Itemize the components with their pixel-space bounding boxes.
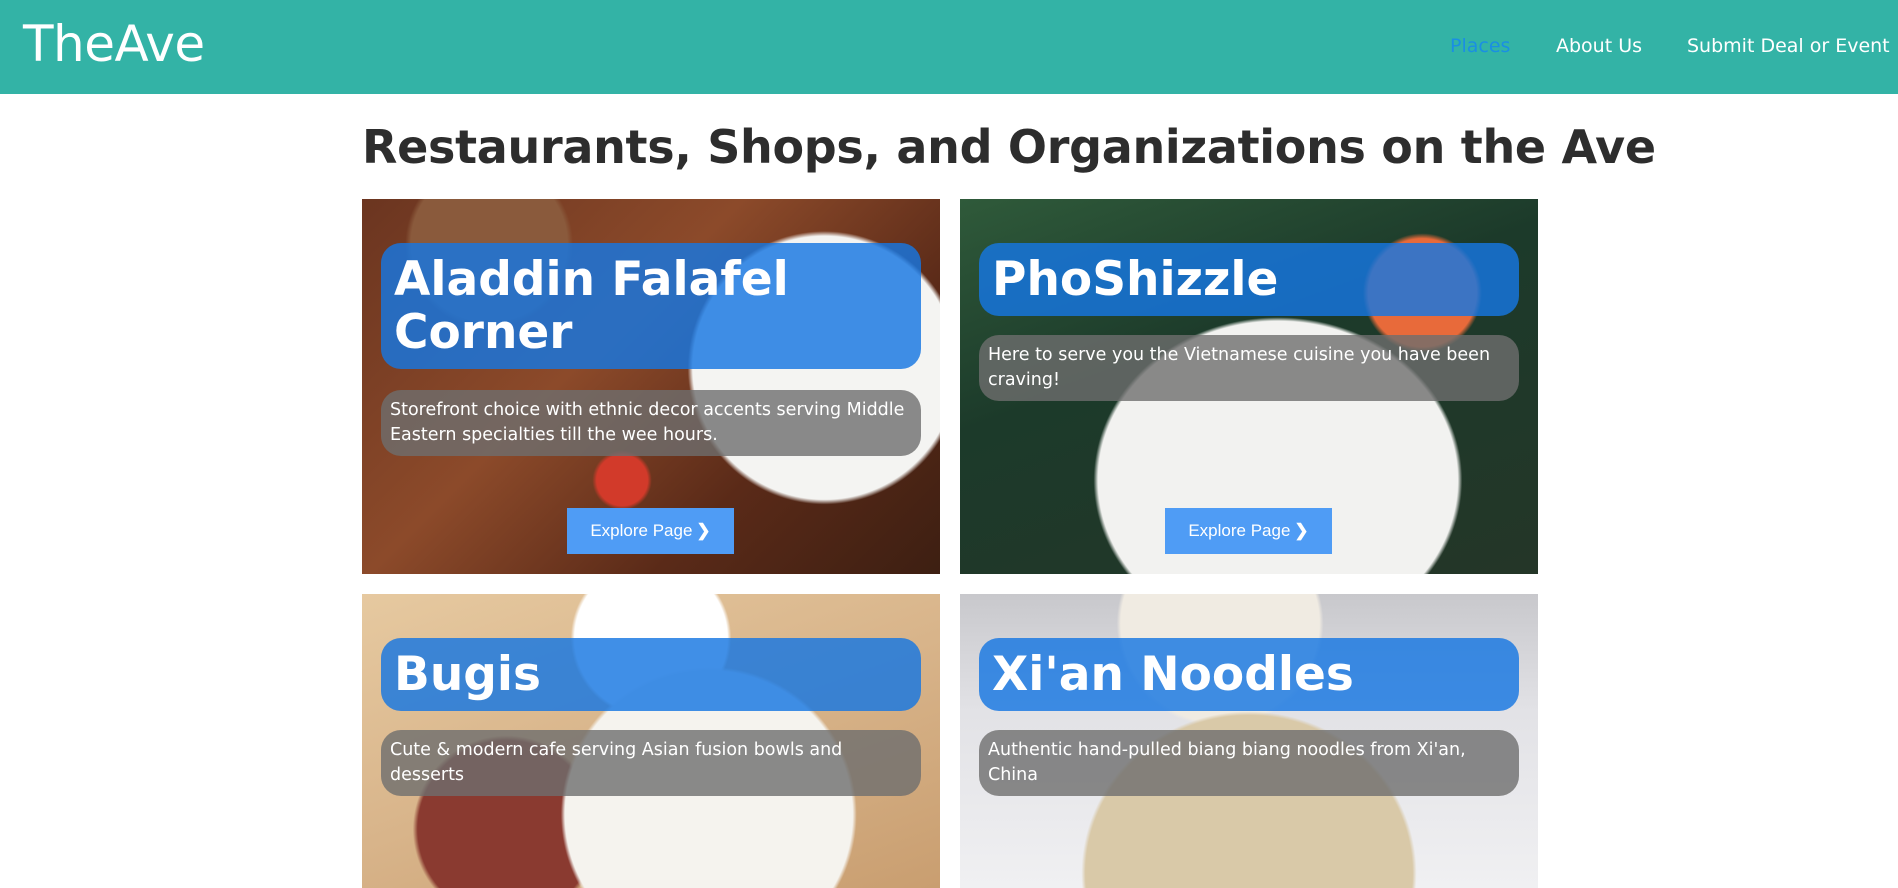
- navbar: TheAve Places About Us Submit Deal or Ev…: [0, 0, 1898, 94]
- place-card-xian-noodles: Xi'an Noodles Authentic hand-pulled bian…: [960, 594, 1538, 888]
- nav-link-places[interactable]: Places: [1450, 34, 1510, 58]
- place-card-phoshizzle: PhoShizzle Here to serve you the Vietnam…: [960, 199, 1538, 574]
- page-title: Restaurants, Shops, and Organizations on…: [362, 120, 1656, 174]
- card-title: Xi'an Noodles: [979, 638, 1519, 711]
- card-title: Bugis: [381, 638, 921, 711]
- place-card-aladdin: Aladdin Falafel Corner Storefront choice…: [362, 199, 940, 574]
- nav-link-submit-deal[interactable]: Submit Deal or Event: [1687, 34, 1890, 58]
- card-description: Cute & modern cafe serving Asian fusion …: [381, 730, 921, 796]
- card-title: PhoShizzle: [979, 243, 1519, 316]
- explore-page-button[interactable]: Explore Page ❯: [567, 508, 734, 554]
- card-description: Storefront choice with ethnic decor acce…: [381, 390, 921, 456]
- chevron-right-icon: ❯: [1294, 521, 1309, 540]
- nav-link-about-us[interactable]: About Us: [1556, 34, 1642, 58]
- explore-button-label: Explore Page: [590, 521, 693, 540]
- card-description: Authentic hand-pulled biang biang noodle…: [979, 730, 1519, 796]
- card-description: Here to serve you the Vietnamese cuisine…: [979, 335, 1519, 401]
- explore-button-label: Explore Page: [1188, 521, 1291, 540]
- brand-logo[interactable]: TheAve: [23, 14, 205, 74]
- card-title: Aladdin Falafel Corner: [381, 243, 921, 369]
- chevron-right-icon: ❯: [696, 521, 711, 540]
- explore-page-button[interactable]: Explore Page ❯: [1165, 508, 1332, 554]
- place-card-bugis: Bugis Cute & modern cafe serving Asian f…: [362, 594, 940, 888]
